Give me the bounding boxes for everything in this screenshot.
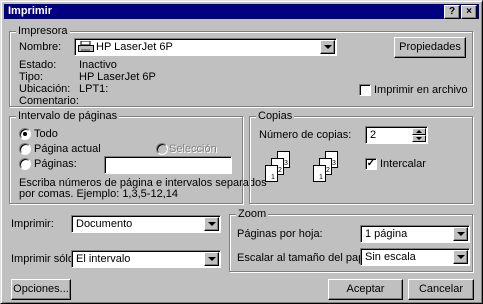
svg-text:1: 1	[319, 174, 323, 181]
copies-count-input[interactable]: 2	[365, 126, 428, 144]
range-pages-label[interactable]: Páginas:	[34, 158, 77, 171]
pages-per-sheet-dropdown-icon[interactable]	[453, 227, 468, 241]
ok-button[interactable]: Aceptar	[328, 279, 403, 300]
print-what-label: Imprimir:	[11, 218, 54, 230]
svg-text:2: 2	[278, 167, 282, 174]
copies-decrement-icon[interactable]	[412, 135, 426, 142]
print-to-file-label[interactable]: Imprimir en archivo	[374, 84, 468, 97]
location-value: LPT1:	[79, 83, 109, 95]
pages-per-sheet-label: Páginas por hoja:	[237, 228, 323, 240]
svg-text:3: 3	[332, 160, 336, 167]
page-range-group-label: Intervalo de páginas	[16, 110, 120, 123]
range-hint-example: por comas. Ejemplo: 1,3,5-12,14	[19, 188, 178, 200]
zoom-group-label: Zoom	[236, 208, 269, 221]
range-all-radio[interactable]	[19, 128, 31, 140]
range-pages-input[interactable]	[104, 156, 232, 174]
printer-name-value: HP LaserJet 6P	[96, 41, 173, 53]
scale-to-paper-select[interactable]: Sin escala	[360, 248, 470, 266]
range-selection-label: Selección	[169, 143, 217, 155]
scale-to-paper-value: Sin escala	[365, 251, 416, 263]
collate-pages-icon: 3 2 1 3 2 1	[265, 151, 338, 182]
print-what-dropdown-icon[interactable]	[204, 217, 219, 231]
title-bar: Imprimir ? ×	[4, 4, 479, 19]
range-selection-radio[interactable]	[156, 143, 168, 155]
range-pages-radio[interactable]	[19, 158, 31, 170]
comment-label: Comentario:	[19, 95, 79, 107]
help-button[interactable]: ?	[444, 5, 460, 19]
printer-group-label: Impresora	[16, 25, 70, 38]
printer-name-dropdown-icon[interactable]	[320, 40, 335, 54]
copies-group-label: Copias	[256, 110, 295, 123]
collate-checkbox[interactable]: ✓	[365, 158, 377, 170]
copies-increment-icon[interactable]	[412, 128, 426, 135]
print-only-label: Imprimir sólo:	[11, 253, 78, 265]
pages-per-sheet-value: 1 página	[365, 228, 408, 240]
range-current-label[interactable]: Página actual	[34, 143, 101, 156]
print-dialog: Imprimir ? × Impresora Nombre: HP LaserJ…	[0, 0, 483, 304]
print-what-value: Documento	[76, 218, 133, 230]
print-only-select[interactable]: El intervalo	[71, 250, 221, 268]
close-button[interactable]: ×	[461, 5, 477, 19]
print-only-dropdown-icon[interactable]	[204, 252, 219, 266]
pages-per-sheet-select[interactable]: 1 página	[360, 225, 470, 243]
copies-count-label: Número de copias:	[259, 129, 352, 141]
print-to-file-checkbox[interactable]	[359, 84, 371, 96]
printer-name-select[interactable]: HP LaserJet 6P	[74, 38, 337, 56]
copies-count-value: 2	[370, 129, 377, 141]
printer-icon	[78, 41, 94, 52]
printer-name-label: Nombre:	[19, 41, 62, 53]
print-what-select[interactable]: Documento	[71, 215, 221, 233]
range-all-label[interactable]: Todo	[34, 128, 58, 141]
svg-text:2: 2	[326, 167, 330, 174]
options-button[interactable]: Opciones...	[11, 279, 71, 300]
svg-text:3: 3	[284, 160, 288, 167]
properties-button[interactable]: Propiedades	[394, 37, 466, 58]
range-current-radio[interactable]	[19, 143, 31, 155]
collate-label[interactable]: Intercalar	[380, 158, 426, 171]
print-only-value: El intervalo	[76, 253, 131, 265]
window-title: Imprimir	[8, 5, 53, 17]
scale-to-paper-dropdown-icon[interactable]	[453, 250, 468, 264]
scale-to-paper-label: Escalar al tamaño del papel:	[237, 252, 376, 264]
cancel-button[interactable]: Cancelar	[408, 279, 474, 300]
svg-text:1: 1	[271, 174, 275, 181]
